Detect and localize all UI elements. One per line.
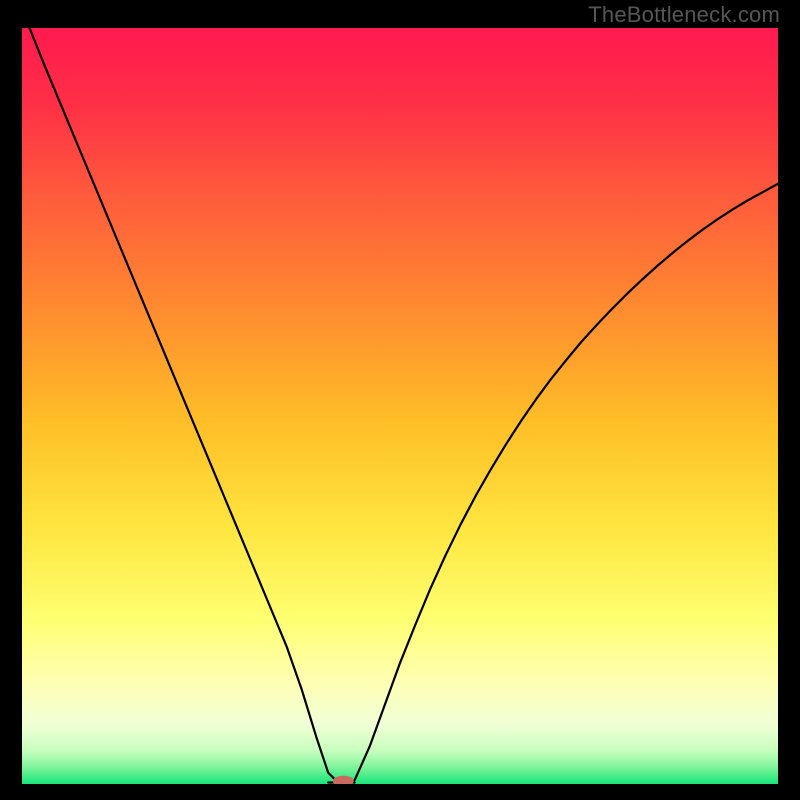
plot-background — [22, 28, 778, 784]
chart-frame: TheBottleneck.com — [0, 0, 800, 800]
watermark: TheBottleneck.com — [588, 2, 780, 28]
chart-plot-area — [22, 28, 778, 784]
chart-svg — [22, 28, 778, 784]
